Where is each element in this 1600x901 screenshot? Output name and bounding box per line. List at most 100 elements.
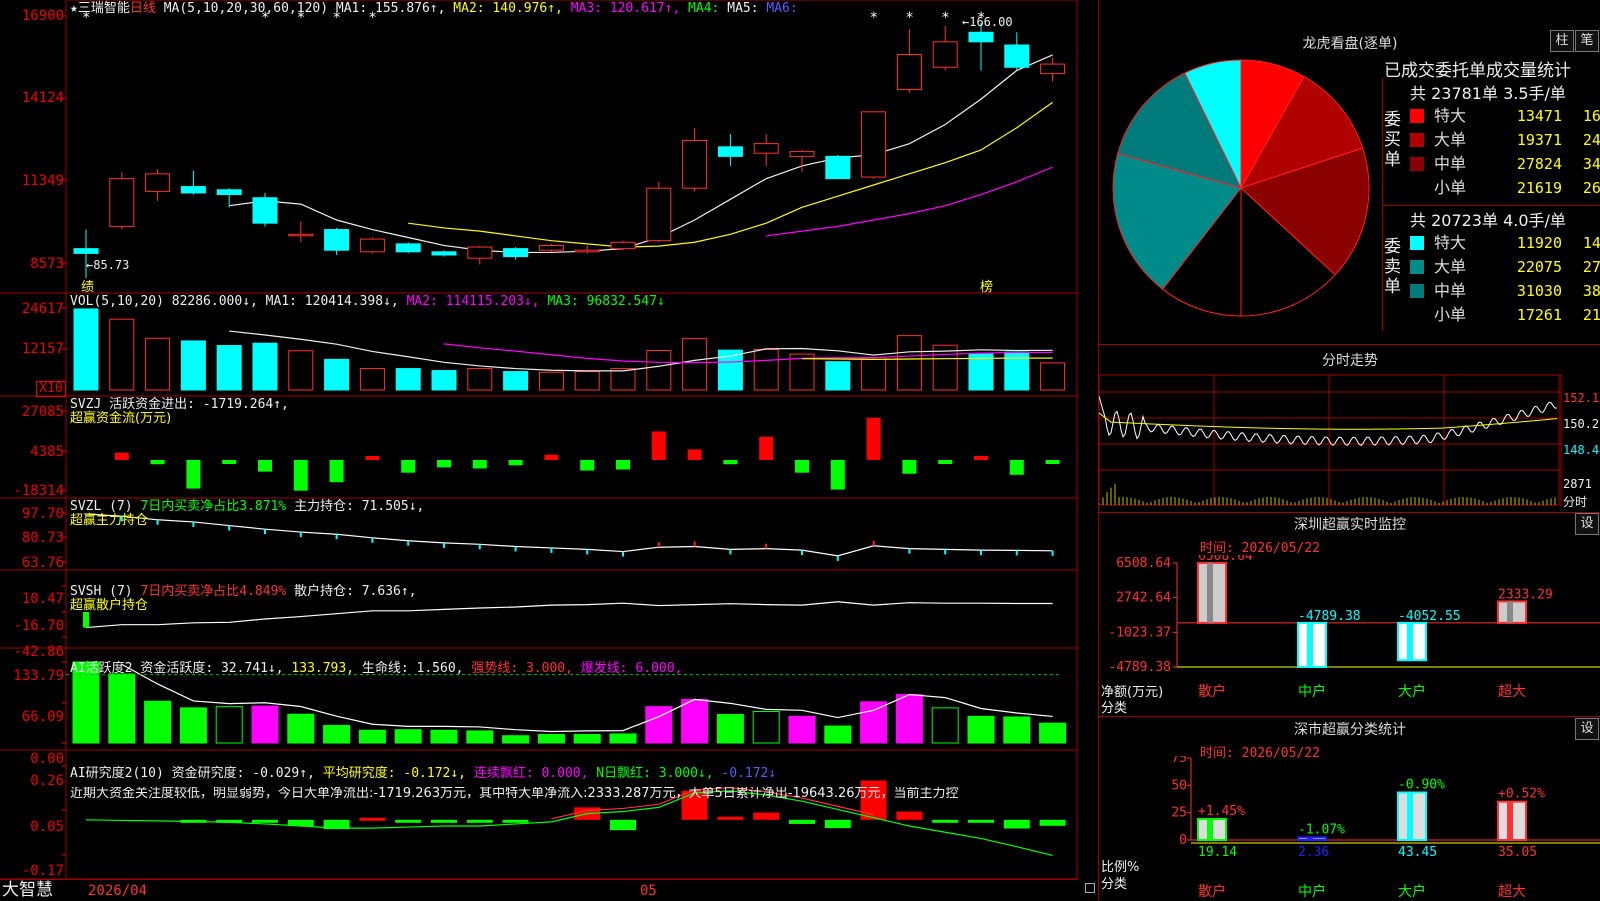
tick-mode-button[interactable]: 笔	[1575, 30, 1599, 52]
sell-order-count: 11920	[1516, 234, 1562, 252]
favorite-star-icon[interactable]: ★	[70, 1, 78, 16]
svzj-bar	[651, 431, 666, 460]
ai-active-bar	[144, 700, 172, 744]
svsh-net-ratio: 7日内买卖净占比4.849%	[140, 584, 287, 599]
buy-order-percent: 16%	[1582, 107, 1600, 125]
candle	[574, 249, 600, 253]
candle	[503, 248, 529, 258]
ai-active-bar	[609, 733, 637, 744]
sz-ratio-change-label: -0.90%	[1398, 777, 1445, 792]
candle	[216, 189, 242, 196]
lock-icon[interactable]	[1085, 883, 1095, 893]
event-tag-billboard[interactable]: 榜	[980, 276, 993, 295]
ai-research-bar	[359, 817, 386, 821]
volume-unit-badge[interactable]: X10	[36, 381, 66, 397]
bar-shade	[1307, 837, 1313, 840]
ai-active-bar	[179, 707, 207, 744]
volume-bar	[73, 308, 99, 391]
buy-order-name: 大单	[1434, 130, 1467, 149]
chart-frame	[65, 0, 1078, 880]
sz-stats-axis-label: 0	[1179, 833, 1187, 848]
order-stat-tabs[interactable]: 已成交委托单成交量统计	[1384, 56, 1600, 81]
ai-active-bar	[681, 698, 709, 744]
svzj-bar	[365, 456, 380, 460]
bottom-date-bar	[0, 879, 1078, 901]
candle	[1004, 44, 1030, 68]
svsh-holding: 散户持仓: 7.636↑,	[294, 584, 417, 599]
ai-n-day-red: N日飘红: 3.000↓,	[596, 766, 714, 781]
candle	[538, 244, 564, 251]
ma5-value: MA5:	[727, 1, 759, 16]
period-label[interactable]: 日线	[130, 1, 156, 16]
ai-research-header: AI研究度2(10) 资金研究度: -0.029↑, 平均研究度: -0.172…	[70, 767, 776, 781]
ma-params: MA(5,10,20,30,60,120)	[163, 1, 329, 16]
ma6-value: MA6:	[766, 1, 798, 16]
svzj-bar	[1045, 460, 1060, 464]
ai-research-bar	[717, 816, 744, 820]
bar-mode-button[interactable]: 柱	[1550, 30, 1574, 52]
candle	[288, 233, 314, 237]
sell-order-percent: 14%	[1582, 234, 1600, 252]
svzj-header: SVZJ 活跃资金进出: -1719.264↑,	[70, 397, 289, 412]
sell-order-name: 大单	[1434, 257, 1467, 276]
svzj-bar	[186, 460, 201, 489]
buy-order-row: 特大 13471 16%	[1410, 104, 1600, 128]
volume-bar	[395, 368, 421, 391]
candle	[932, 41, 958, 68]
svzl-holding: 主力持仓: 71.505↓,	[294, 499, 425, 514]
sz-monitor-category: 散户	[1198, 683, 1226, 700]
svzj-bar	[508, 460, 523, 466]
candle	[717, 146, 743, 157]
candle	[753, 143, 779, 154]
svzj-bar	[616, 460, 630, 470]
buy-order-row: 中单 27824 34%	[1410, 152, 1600, 176]
sz-monitor-axis-subtitle: 分类	[1101, 701, 1128, 716]
buy-side-label: 委买单	[1384, 110, 1401, 170]
intraday-volume-label: 2871	[1563, 477, 1592, 491]
ai-research-params: AI研究度2(10)	[70, 766, 164, 781]
stock-chart-canvas[interactable]: * * * * * * * * *	[0, 0, 1078, 900]
sz-ratio-chart: 75 50 25 0 +1.45% 19.14 散户 -1.07% 2.36 中户 -0.90% 43…	[1171, 756, 1600, 900]
buy-order-name: 特大	[1434, 106, 1467, 125]
svsh-axis-label: 10.47	[21, 591, 64, 607]
sz-stats-category: 大户	[1398, 883, 1426, 900]
sz-monitor-axis-label: 2742.64	[1116, 591, 1171, 606]
sz-monitor-category: 中户	[1298, 683, 1326, 700]
sell-order-percent: 21%	[1582, 306, 1600, 324]
sz-net-amount-label: -4052.55	[1398, 609, 1461, 624]
sell-order-name: 特大	[1434, 233, 1467, 252]
intraday-unit-label: 分时	[1563, 495, 1588, 509]
app-logo-text: 大智慧	[2, 880, 53, 900]
svzj-bar	[938, 460, 953, 464]
volume-ma2-line	[443, 343, 1053, 364]
section-divider	[1099, 512, 1600, 513]
event-tag-performance[interactable]: 绩	[81, 276, 94, 295]
sz-stats-settings-button[interactable]: 设	[1575, 718, 1599, 740]
ai-research-bar	[789, 819, 815, 824]
ai-research-bar	[753, 812, 780, 820]
sell-order-count: 22075	[1516, 258, 1562, 276]
candle	[467, 246, 493, 259]
buy-order-row: 小单 21619 26%	[1410, 176, 1600, 200]
stock-name[interactable]: 三瑞智能	[78, 1, 130, 16]
volume-params: VOL(5,10,20)	[70, 294, 164, 309]
ma2-line	[408, 101, 1053, 248]
sell-order-percent: 38%	[1582, 282, 1600, 300]
volume-bar	[1040, 362, 1066, 391]
sz-monitor-settings-button[interactable]: 设	[1575, 513, 1599, 535]
volume-bar	[109, 318, 135, 391]
svzl-net-ratio: 7日内买卖净占比3.871%	[140, 499, 287, 514]
svzj-bar	[759, 436, 774, 460]
ai-active-bar	[287, 713, 315, 744]
buy-order-name: 小单	[1434, 178, 1467, 197]
candle	[324, 229, 350, 251]
intraday-price-label: 150.2	[1563, 417, 1600, 431]
sell-order-row: 小单 17261 21%	[1410, 303, 1600, 327]
sz-net-amount-label: 2333.29	[1498, 587, 1553, 602]
volume-bar	[789, 353, 815, 391]
ai-active-bar	[1003, 716, 1031, 744]
intraday-chart[interactable]	[1099, 370, 1600, 510]
volume-ma2: MA2: 114115.203↓,	[406, 294, 540, 309]
ai-research-comment: 近期大资金关注度较低，明显弱势，今日大单净流出:-1719.263万元，其中特大…	[70, 787, 959, 801]
sz-ratio-value-label: 43.45	[1398, 845, 1437, 860]
